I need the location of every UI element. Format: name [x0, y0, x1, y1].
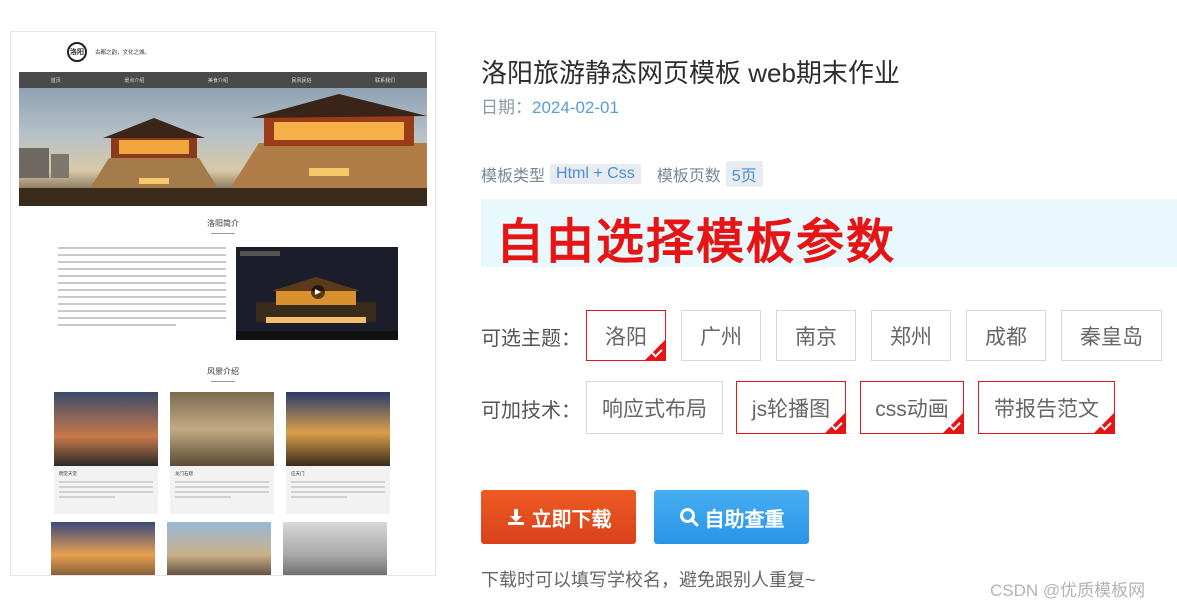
search-icon [679, 507, 699, 527]
checkmark-icon [644, 339, 666, 361]
theme-option-chengdu[interactable]: 成都 [966, 310, 1046, 361]
play-icon [311, 285, 325, 299]
template-title: 洛阳旅游静态网页模板 web期末作业 [481, 58, 900, 88]
template-pages-badge: 5页 [725, 161, 763, 187]
preview-nav-item: 景点介绍 [124, 77, 145, 84]
theme-option-label: 郑州 [890, 325, 932, 349]
tech-option-report[interactable]: 带报告范文 [978, 381, 1115, 434]
preview-video [236, 247, 398, 340]
template-pages-label: 模板页数 [656, 168, 721, 185]
preview-header: 洛阳 古都之韵，文化之城。 [19, 32, 427, 72]
theme-option-luoyang[interactable]: 洛阳 [586, 310, 666, 361]
theme-option-nanjing[interactable]: 南京 [776, 310, 856, 361]
checkmark-icon [1093, 412, 1115, 434]
checkmark-icon [942, 412, 964, 434]
promo-banner: 自由选择模板参数 [481, 199, 1177, 270]
preview-nav-item: 美食介绍 [207, 77, 228, 84]
download-note: 下载时可以填写学校名，避免跟别人重复~ [481, 570, 816, 590]
download-icon [506, 507, 526, 527]
preview-bottom-image [283, 522, 387, 575]
theme-option-label: 广州 [700, 325, 742, 349]
check-button-label: 自助查重 [704, 506, 785, 531]
tech-option-label: 带报告范文 [994, 397, 1099, 421]
preview-hero-image [19, 88, 427, 206]
theme-option-zhengzhou[interactable]: 郑州 [871, 310, 951, 361]
date-row: 日期：2024-02-01 [481, 93, 619, 118]
preview-intro-text [58, 247, 226, 331]
preview-intro-title: 洛阳简介 [163, 218, 283, 234]
preview-card: 应天门 [286, 392, 390, 514]
preview-scenery-title: 风景介绍 [163, 366, 283, 382]
tech-option-label: 响应式布局 [602, 397, 707, 421]
template-type-label: 模板类型 [481, 168, 546, 185]
tech-option-css-animation[interactable]: css动画 [860, 381, 964, 434]
template-preview[interactable]: 洛阳 古都之韵，文化之城。 首页 景点介绍 美食介绍 民风民俗 联系我们 洛阳简… [10, 31, 436, 576]
csdn-watermark: CSDN @优质模板网 [990, 581, 1146, 600]
tech-label: 可加技术： [481, 400, 581, 422]
promo-banner-text: 自由选择模板参数 [496, 214, 897, 270]
preview-nav-item: 民风民俗 [291, 77, 312, 84]
theme-option-label: 南京 [795, 325, 837, 349]
preview-nav-item: 联系我们 [375, 77, 396, 84]
date-label: 日期： [481, 98, 532, 117]
checkmark-icon [824, 412, 846, 434]
meta-row: 模板类型 Html + Css 模板页数 5页 [481, 161, 779, 187]
tech-option-label: js轮播图 [751, 397, 831, 421]
preview-card: 明堂天堂 [54, 392, 158, 514]
theme-option-guangzhou[interactable]: 广州 [681, 310, 761, 361]
preview-bottom-image [51, 522, 155, 575]
theme-option-label: 秦皇岛 [1080, 325, 1143, 349]
date-value: 2024-02-01 [532, 98, 619, 117]
preview-logo: 洛阳 [67, 42, 87, 62]
tech-option-js-carousel[interactable]: js轮播图 [736, 381, 846, 434]
template-type-badge: Html + Css [550, 164, 641, 184]
theme-label: 可选主题： [481, 328, 581, 350]
preview-nav: 首页 景点介绍 美食介绍 民风民俗 联系我们 [19, 72, 427, 88]
download-button[interactable]: 立即下载 [481, 490, 636, 544]
theme-option-qinhuangdao[interactable]: 秦皇岛 [1061, 310, 1162, 361]
tech-option-responsive[interactable]: 响应式布局 [586, 381, 723, 434]
preview-bottom-image [167, 522, 271, 575]
tech-option-label: css动画 [875, 397, 949, 421]
preview-slogan: 古都之韵，文化之城。 [95, 50, 151, 56]
theme-option-label: 成都 [985, 325, 1027, 349]
video-controls [236, 331, 398, 340]
plagiarism-check-button[interactable]: 自助查重 [654, 490, 809, 544]
preview-card: 龙门石窟 [170, 392, 274, 514]
theme-option-label: 洛阳 [605, 325, 647, 349]
preview-nav-item: 首页 [50, 77, 61, 84]
download-button-label: 立即下载 [531, 506, 612, 531]
